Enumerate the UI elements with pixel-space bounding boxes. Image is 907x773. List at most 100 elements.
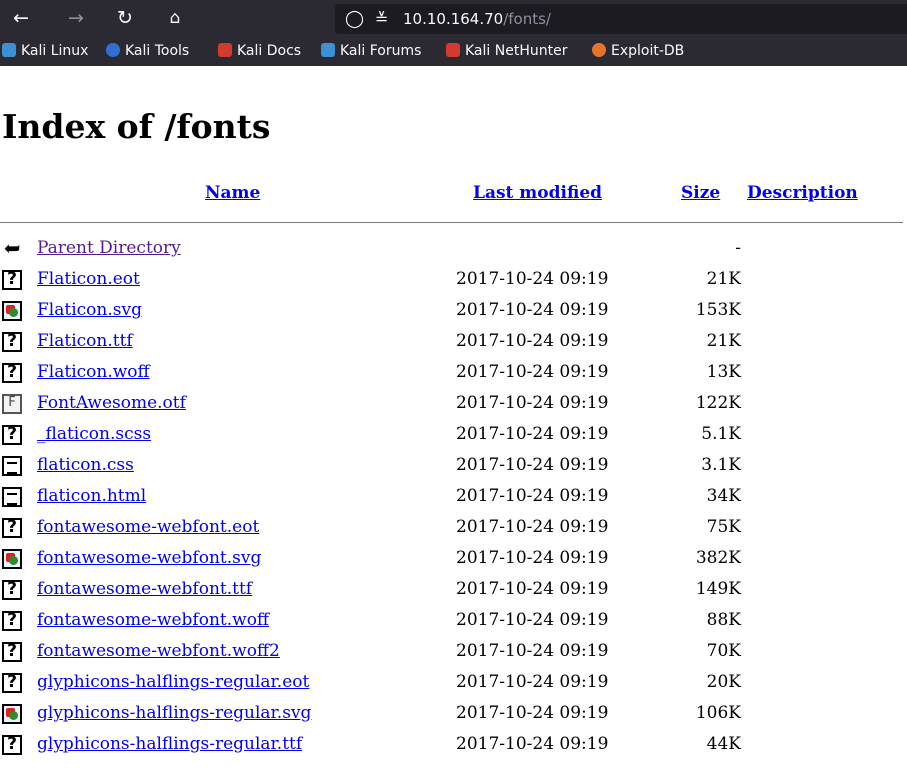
file-size: 153K [695,300,741,320]
unknown-file-icon [2,610,22,631]
column-size-link[interactable]: Size [681,182,720,204]
connection-insecure-icon[interactable]: ≚ [375,6,388,32]
file-size: 20K [706,672,741,692]
file-size: 34K [706,486,741,506]
file-link[interactable]: flaticon.css [37,454,134,476]
file-link[interactable]: Flaticon.eot [37,268,140,290]
file-size: 382K [695,548,741,568]
file-row: flaticon.html 2017-10-24 09:19 34K [0,484,907,515]
bookmark-kali-docs[interactable]: Kali Docs [218,36,301,66]
file-link[interactable]: glyphicons-halflings-regular.ttf [37,733,302,755]
bookmark-label: Kali Tools [125,43,190,59]
file-date: 2017-10-24 09:19 [456,734,609,754]
navigation-row: ← → ↻ ⌂ ◯ ≚ 10.10.164.70/fonts/ [0,0,907,36]
file-size: 75K [706,517,741,537]
image-file-icon [2,301,22,321]
file-link[interactable]: flaticon.html [37,485,146,507]
bookmark-kali-forums[interactable]: Kali Forums [321,36,421,66]
file-date: 2017-10-24 09:19 [456,362,609,382]
tracking-shield-icon[interactable]: ◯ [345,6,364,32]
file-link[interactable]: glyphicons-halflings-regular.eot [37,671,309,693]
unknown-file-icon [2,672,22,693]
file-link[interactable]: fontawesome-webfont.ttf [37,578,252,600]
file-size: 21K [706,331,741,351]
file-row: FontAwesome.otf 2017-10-24 09:19 122K [0,391,907,422]
column-description-link[interactable]: Description [747,182,858,204]
url-bar[interactable]: ◯ ≚ 10.10.164.70/fonts/ [335,4,907,34]
file-link[interactable]: _flaticon.scss [37,423,151,445]
bookmark-label: Kali Forums [340,43,422,59]
page-title: Index of /fonts [2,107,271,146]
header-divider [0,222,903,223]
file-size: 5.1K [701,424,741,444]
file-row: Flaticon.woff 2017-10-24 09:19 13K [0,360,907,391]
kali-tools-icon [106,43,120,57]
file-date: 2017-10-24 09:19 [456,517,609,537]
file-link[interactable]: Flaticon.woff [37,361,150,383]
file-date: 2017-10-24 09:19 [456,579,609,599]
file-size: 88K [706,610,741,630]
font-file-icon [2,394,22,414]
kali-forums-icon [321,43,335,57]
unknown-file-icon [2,734,22,755]
column-last-modified-link[interactable]: Last modified [473,182,602,204]
file-date: 2017-10-24 09:19 [456,641,609,661]
url-text[interactable]: 10.10.164.70/fonts/ [403,4,551,34]
kali-docs-icon [218,43,232,57]
file-date: 2017-10-24 09:19 [456,455,609,475]
file-row: fontawesome-webfont.woff 2017-10-24 09:19… [0,608,907,639]
file-size: 70K [706,641,741,661]
browser-toolbar: ← → ↻ ⌂ ◯ ≚ 10.10.164.70/fonts/ Kali Lin… [0,0,907,66]
file-link[interactable]: glyphicons-halflings-regular.svg [37,702,311,724]
unknown-file-icon [2,331,22,352]
file-link[interactable]: Flaticon.svg [37,299,142,321]
file-row: fontawesome-webfont.eot 2017-10-24 09:19 7… [0,515,907,546]
file-link[interactable]: FontAwesome.otf [37,392,186,414]
unknown-file-icon [2,641,22,662]
file-row: fontawesome-webfont.ttf 2017-10-24 09:19 1… [0,577,907,608]
image-file-icon [2,704,22,724]
file-link[interactable]: Flaticon.ttf [37,330,133,352]
file-row: glyphicons-halflings-regular.ttf 2017-10-… [0,732,907,763]
bookmark-kali-linux[interactable]: Kali Linux [2,36,88,66]
text-file-icon [2,487,22,507]
bookmark-label: Exploit-DB [611,43,685,59]
back-arrow-icon[interactable]: ← [8,6,34,30]
file-date: 2017-10-24 09:19 [456,548,609,568]
file-size: 149K [695,579,741,599]
file-row: glyphicons-halflings-regular.svg 2017-10-… [0,701,907,732]
file-row: fontawesome-webfont.woff2 2017-10-24 09:1… [0,639,907,670]
column-name-link[interactable]: Name [205,182,260,204]
file-date: 2017-10-24 09:19 [456,610,609,630]
file-link[interactable]: fontawesome-webfont.woff2 [37,640,280,662]
file-list: Parent Directory - Flaticon.eot 2017-10-2… [0,236,907,763]
text-file-icon [2,456,22,476]
file-size: - [735,238,741,258]
file-date: 2017-10-24 09:19 [456,424,609,444]
unknown-file-icon [2,517,22,538]
bookmark-exploit-db[interactable]: Exploit-DB [592,36,684,66]
file-row: Flaticon.eot 2017-10-24 09:19 21K [0,267,907,298]
parent-directory-link[interactable]: Parent Directory [37,237,181,259]
file-link[interactable]: fontawesome-webfont.svg [37,547,261,569]
file-row: _flaticon.scss 2017-10-24 09:19 5.1K [0,422,907,453]
bookmark-kali-nethunter[interactable]: Kali NetHunter [446,36,567,66]
file-date: 2017-10-24 09:19 [456,393,609,413]
bookmark-label: Kali NetHunter [465,43,568,59]
bookmark-label: Kali Linux [21,43,89,59]
forward-arrow-icon[interactable]: → [63,6,89,30]
image-file-icon [2,549,22,569]
file-size: 44K [706,734,741,754]
file-link[interactable]: fontawesome-webfont.woff [37,609,269,631]
file-row: Flaticon.svg 2017-10-24 09:19 153K [0,298,907,329]
kali-dragon-icon [2,43,16,57]
file-link[interactable]: fontawesome-webfont.eot [37,516,259,538]
kali-nethunter-icon [446,43,460,57]
file-date: 2017-10-24 09:19 [456,486,609,506]
bookmark-kali-tools[interactable]: Kali Tools [106,36,189,66]
unknown-file-icon [2,362,22,383]
bookmark-label: Kali Docs [237,43,302,59]
reload-icon[interactable]: ↻ [112,6,138,30]
unknown-file-icon [2,424,22,445]
home-icon[interactable]: ⌂ [162,6,188,30]
